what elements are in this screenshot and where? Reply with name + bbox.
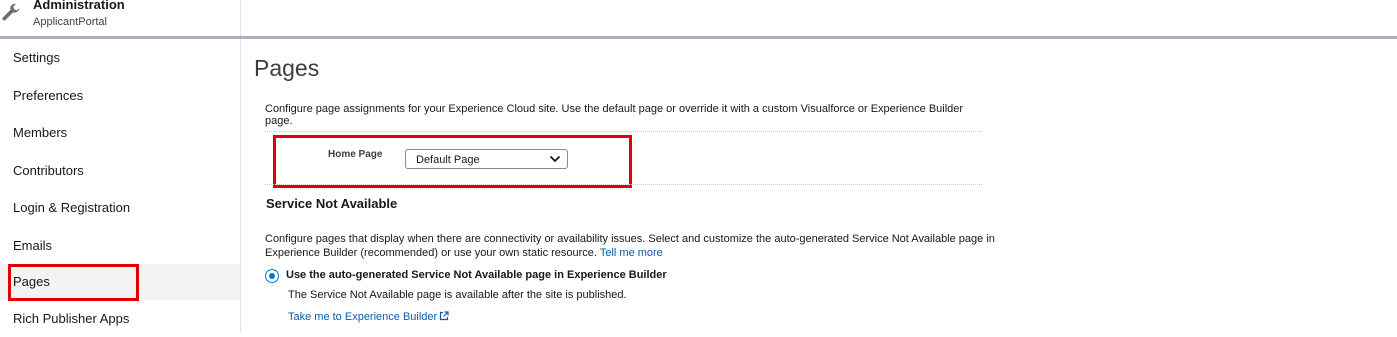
sidebar-item-label: Settings [13,50,60,65]
availability-note: The Service Not Available page is availa… [288,289,627,301]
experience-builder-link[interactable]: Take me to Experience Builder [288,311,449,323]
sidebar-item-label: Login & Registration [13,200,131,215]
page-title: Pages [254,55,320,81]
service-description: Configure pages that display when there … [265,232,995,260]
main-content: Pages Configure page assignments for you… [241,39,1397,333]
sidebar-item-label: Contributors [13,163,84,178]
sidebar-nav: Settings Preferences Members Contributor… [0,39,241,333]
auto-generated-page-radio[interactable] [265,269,279,283]
divider [265,184,982,185]
site-name: ApplicantPortal [33,16,107,28]
section-title: Service Not Available [266,196,398,211]
sidebar-item-login-registration[interactable]: Login & Registration [0,190,240,226]
pages-intro-text: Configure page assignments for your Expe… [265,103,964,127]
sidebar-item-settings[interactable]: Settings [0,40,240,76]
tell-me-more-link[interactable]: Tell me more [600,247,663,259]
sidebar-item-emails[interactable]: Emails [0,228,240,264]
auto-generated-page-label[interactable]: Use the auto-generated Service Not Avail… [286,269,667,281]
sidebar-item-preferences[interactable]: Preferences [0,78,240,114]
sidebar-item-label: Preferences [13,88,84,103]
app-header: Administration ApplicantPortal [0,0,1397,36]
app-title: Administration [33,0,125,12]
sidebar-item-label: Emails [13,238,53,253]
sidebar-item-members[interactable]: Members [0,115,240,151]
sidebar-item-label: Members [13,125,68,140]
external-link-icon [440,311,449,321]
radio-selected-dot [269,273,275,279]
experience-builder-link-text[interactable]: Take me to Experience Builder [288,311,437,323]
app-identity: Administration ApplicantPortal [0,0,241,36]
highlight-box [8,264,139,301]
sidebar-item-label: Rich Publisher Apps [13,311,130,326]
sidebar-item-contributors[interactable]: Contributors [0,153,240,189]
wrench-icon [2,3,20,21]
highlight-box [273,135,632,188]
divider [265,131,982,132]
sidebar-item-rich-publisher-apps[interactable]: Rich Publisher Apps [0,301,240,337]
